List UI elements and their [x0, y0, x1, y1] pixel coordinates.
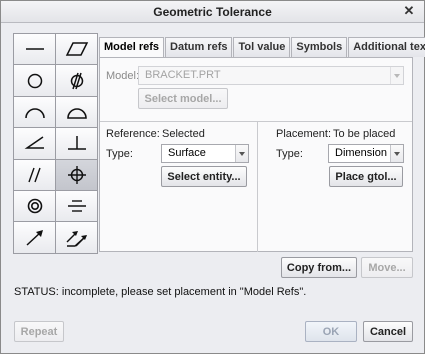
- tab-model-refs[interactable]: Model refs: [99, 37, 165, 58]
- parallelism-symbol-button[interactable]: [13, 158, 56, 191]
- placement-type-select[interactable]: Dimension: [328, 144, 404, 163]
- straightness-symbol-button[interactable]: [13, 33, 56, 66]
- status-text: STATUS: incomplete, please set placement…: [14, 286, 307, 298]
- symmetry-icon: [67, 200, 86, 212]
- position-icon: [67, 165, 86, 184]
- circular-runout-symbol-button[interactable]: [13, 221, 56, 254]
- placement-type-value: Dimension: [335, 147, 387, 159]
- total-runout-symbol-button[interactable]: [55, 221, 98, 254]
- placement-value: To be placed: [333, 128, 396, 140]
- geometric-tolerance-dialog: Geometric Tolerance ✕ Model refs Datum r…: [0, 0, 425, 354]
- angularity-symbol-button[interactable]: [13, 127, 56, 160]
- parallelism-icon: [27, 167, 41, 182]
- angularity-icon: [24, 136, 44, 150]
- place-gtol-button[interactable]: Place gtol...: [329, 166, 403, 187]
- chevron-down-icon: [390, 67, 403, 84]
- chevron-down-icon: [235, 145, 248, 162]
- tab-additional-text[interactable]: Additional text: [348, 37, 425, 57]
- select-entity-button[interactable]: Select entity...: [161, 166, 247, 187]
- placement-type-label: Type:: [276, 148, 303, 160]
- cylindricity-icon: [70, 72, 83, 89]
- profile-of-surface-symbol-button[interactable]: [55, 95, 98, 129]
- straightness-icon: [25, 48, 44, 50]
- flatness-icon: [65, 42, 88, 56]
- window-title: Geometric Tolerance: [153, 5, 272, 19]
- perpendicularity-symbol-button[interactable]: [55, 127, 98, 160]
- model-refs-panel: Model: BRACKET.PRT Select model... Refer…: [99, 57, 413, 252]
- cylindricity-symbol-button[interactable]: [55, 64, 98, 97]
- close-icon[interactable]: ✕: [402, 3, 416, 19]
- profile-of-line-symbol-button[interactable]: [13, 95, 56, 129]
- circular-runout-icon: [25, 229, 43, 246]
- tab-datum-refs[interactable]: Datum refs: [165, 37, 233, 57]
- reference-type-select[interactable]: Surface: [161, 144, 249, 163]
- position-symbol-button[interactable]: [55, 158, 98, 191]
- tab-symbols[interactable]: Symbols: [291, 37, 348, 57]
- model-label: Model:: [106, 70, 140, 82]
- concentricity-symbol-button[interactable]: [13, 189, 56, 223]
- section-divider: [100, 121, 412, 122]
- column-divider: [257, 122, 258, 252]
- select-model-button[interactable]: Select model...: [138, 88, 228, 109]
- copy-from-button[interactable]: Copy from...: [281, 257, 357, 278]
- reference-label: Reference:: [106, 128, 160, 140]
- tab-bar: Model refs Datum refs Tol value Symbols …: [99, 37, 425, 58]
- symmetry-symbol-button[interactable]: [55, 189, 98, 223]
- perpendicularity-icon: [67, 136, 86, 151]
- circularity-icon: [27, 73, 42, 88]
- reference-type-value: Surface: [168, 147, 206, 159]
- reference-type-label: Type:: [106, 148, 133, 160]
- total-runout-icon: [66, 230, 87, 247]
- model-value: BRACKET.PRT: [145, 69, 221, 81]
- profile-of-surface-icon: [66, 108, 87, 119]
- move-button[interactable]: Move...: [361, 257, 413, 278]
- ok-button[interactable]: OK: [305, 321, 357, 342]
- reference-value: Selected: [162, 128, 205, 140]
- tab-tol-value[interactable]: Tol value: [233, 37, 291, 57]
- profile-of-line-icon: [24, 108, 45, 119]
- flatness-symbol-button[interactable]: [55, 33, 98, 66]
- model-select[interactable]: BRACKET.PRT: [138, 66, 404, 85]
- circularity-symbol-button[interactable]: [13, 64, 56, 97]
- cancel-button[interactable]: Cancel: [363, 321, 413, 342]
- placement-label: Placement:: [276, 128, 332, 140]
- title-bar: Geometric Tolerance ✕: [1, 1, 424, 23]
- concentricity-icon: [27, 198, 42, 214]
- chevron-down-icon: [390, 145, 403, 162]
- repeat-button[interactable]: Repeat: [14, 321, 64, 342]
- symbol-palette: [13, 33, 98, 254]
